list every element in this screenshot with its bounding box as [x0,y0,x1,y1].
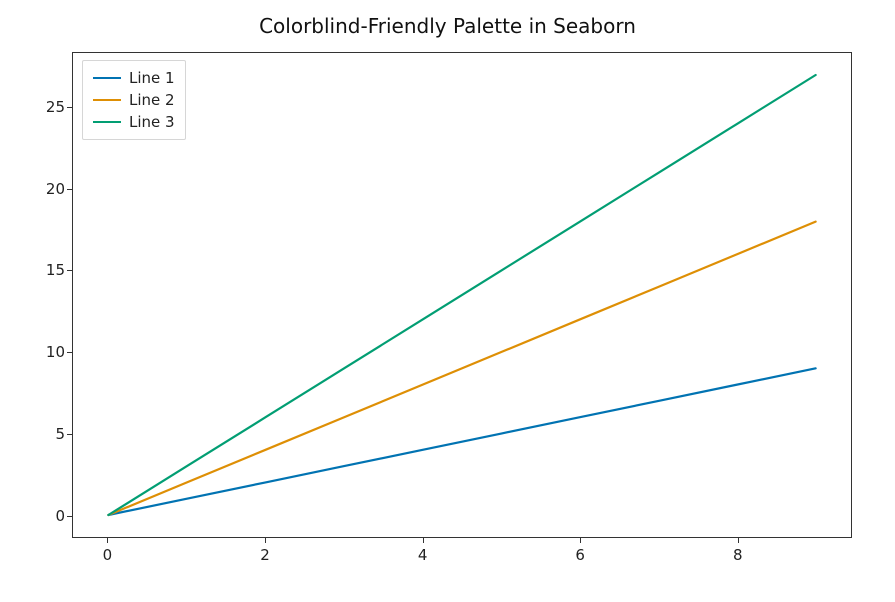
legend-label: Line 1 [129,69,175,87]
legend-item-1: Line 1 [93,67,175,89]
plot-area [72,52,852,538]
series-line-3 [108,75,815,515]
legend-item-3: Line 3 [93,111,175,133]
y-tick-label: 15 [15,261,65,279]
x-tick-label: 4 [418,546,428,564]
chart-figure: Colorblind-Friendly Palette in Seaborn 0… [0,0,895,602]
x-tick-label: 6 [575,546,585,564]
y-tick-mark [67,270,72,271]
legend-swatch-2 [93,99,121,101]
lines-layer [73,53,851,537]
legend: Line 1 Line 2 Line 3 [82,60,186,140]
x-tick-mark [107,538,108,543]
x-tick-mark [423,538,424,543]
y-tick-mark [67,434,72,435]
y-tick-label: 20 [15,180,65,198]
legend-item-2: Line 2 [93,89,175,111]
x-tick-mark [580,538,581,543]
y-tick-mark [67,189,72,190]
y-tick-mark [67,352,72,353]
y-tick-mark [67,107,72,108]
y-tick-label: 25 [15,98,65,116]
y-tick-label: 10 [15,343,65,361]
series-line-2 [108,222,815,515]
x-tick-mark [738,538,739,543]
x-tick-label: 8 [733,546,743,564]
chart-title: Colorblind-Friendly Palette in Seaborn [0,14,895,38]
legend-swatch-3 [93,121,121,123]
y-tick-label: 0 [15,507,65,525]
y-tick-label: 5 [15,425,65,443]
legend-label: Line 3 [129,113,175,131]
legend-swatch-1 [93,77,121,79]
legend-label: Line 2 [129,91,175,109]
y-tick-mark [67,516,72,517]
x-tick-label: 2 [260,546,270,564]
series-line-1 [108,368,815,515]
x-tick-label: 0 [103,546,113,564]
x-tick-mark [265,538,266,543]
